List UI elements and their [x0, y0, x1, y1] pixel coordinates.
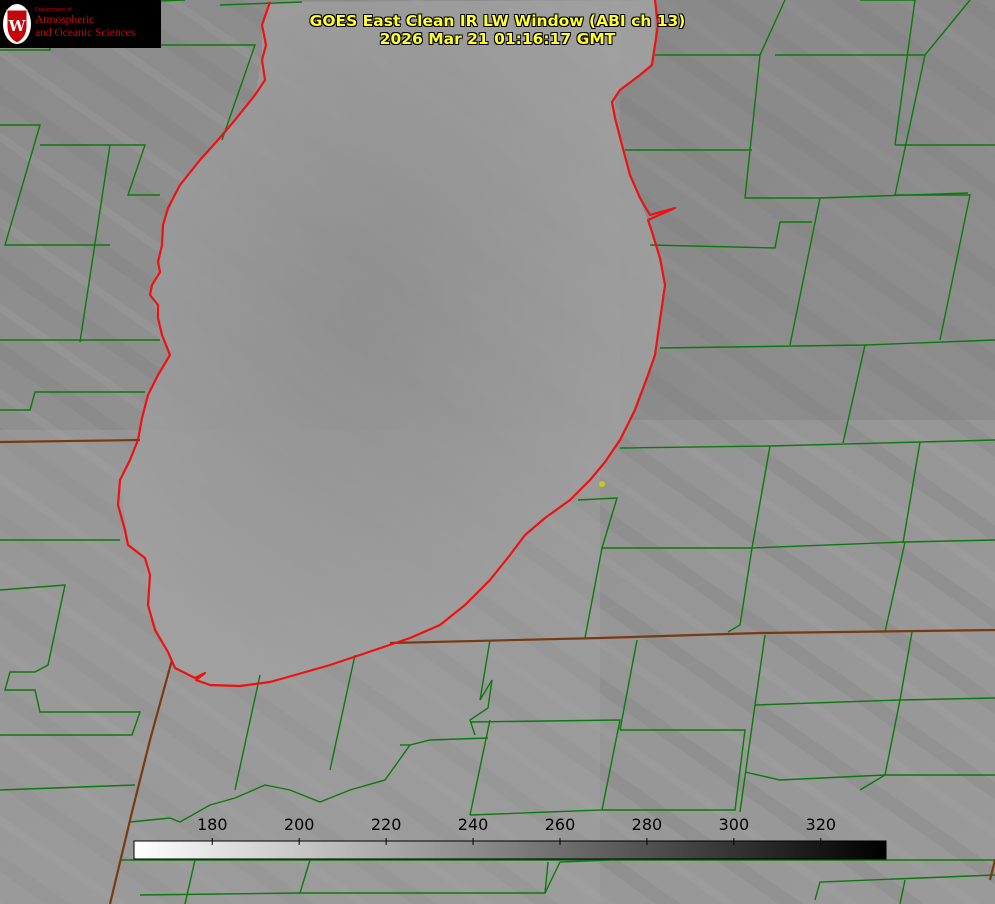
station-marker [599, 481, 605, 487]
colorbar-tick-label: 320 [806, 815, 837, 834]
colorbar-tick-label: 200 [284, 815, 315, 834]
satellite-ir-image: 180 200 220 240 260 280 300 320 [0, 0, 995, 904]
colorbar [133, 840, 887, 860]
image-timestamp: 2026 Mar 21 01:16:17 GMT [379, 30, 616, 48]
colorbar-tick-label: 300 [719, 815, 750, 834]
image-title: GOES East Clean IR LW Window (ABI ch 13) [309, 12, 686, 30]
colorbar-tick-label: 220 [371, 815, 402, 834]
colorbar-tick-label: 260 [545, 815, 576, 834]
colorbar-tick-label: 180 [197, 815, 228, 834]
colorbar-tick-label: 240 [458, 815, 489, 834]
colorbar-tick-label: 280 [632, 815, 663, 834]
